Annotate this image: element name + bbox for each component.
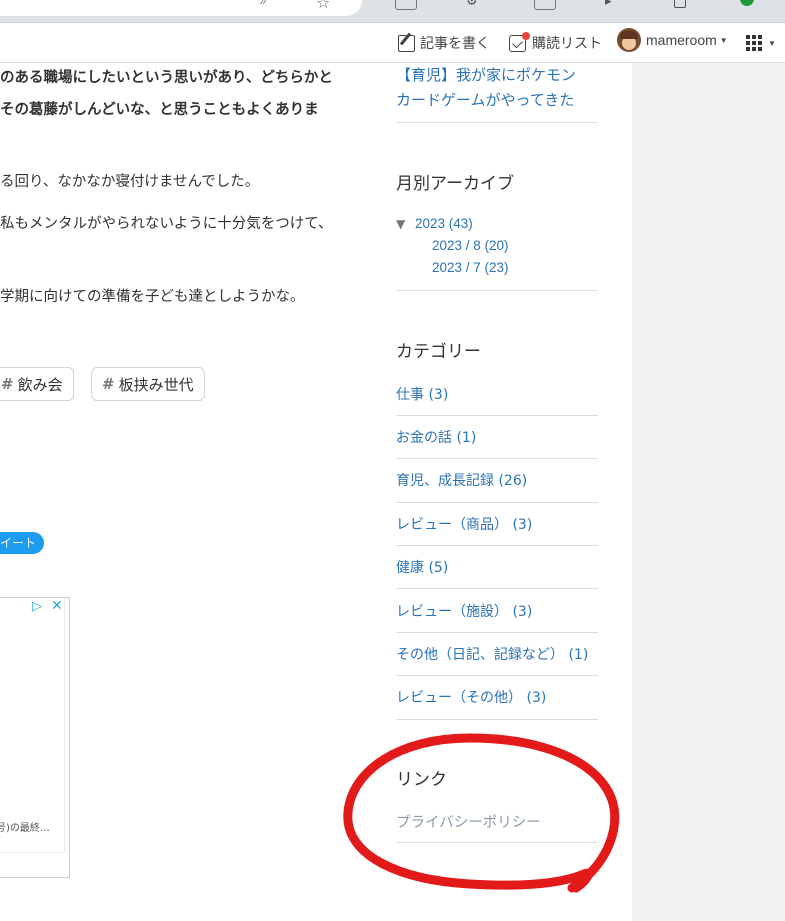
chevron-down-icon: ▼	[768, 38, 776, 48]
settings-icon[interactable]: ⚙	[466, 0, 478, 9]
tag-link[interactable]: # 板挟み世代	[91, 367, 205, 401]
more-icon[interactable]: ⁄⁄	[262, 0, 267, 7]
category-title: カテゴリー	[396, 342, 481, 362]
address-bar[interactable]	[0, 0, 362, 16]
divider	[396, 719, 598, 720]
category-link[interactable]: その他（日記、記録など） (1)	[396, 644, 588, 664]
category-link[interactable]: レビュー（商品） (3)	[396, 514, 532, 534]
article-text: 私もメンタルがやられないように十分気をつけて、	[0, 216, 333, 232]
category-link[interactable]: 仕事 (3)	[396, 384, 448, 404]
article-text: その葛藤がしんどいな、と思うこともよくありま	[0, 102, 319, 118]
tag-link[interactable]: # 飲み会	[0, 367, 74, 401]
close-icon[interactable]: ✕	[51, 598, 63, 614]
category-link[interactable]: レビュー（その他） (3)	[396, 687, 546, 707]
divider	[396, 122, 598, 123]
reading-list-button[interactable]: 購読リスト	[509, 31, 602, 53]
chevron-down-icon: ▼	[719, 35, 728, 45]
hash-icon: #	[102, 375, 115, 393]
divider	[396, 502, 598, 503]
write-article-button[interactable]: 記事を書く	[398, 33, 490, 53]
extension-icon[interactable]	[534, 0, 556, 10]
article-text: 学期に向けての準備を子ども達としようかな。	[0, 289, 305, 305]
extension-icon[interactable]	[395, 0, 417, 10]
ad-content[interactable]: ▷ ✕ 号)の最終…	[0, 598, 65, 853]
apps-menu[interactable]: ▼	[746, 33, 776, 53]
recent-entry-link[interactable]: 【育児】我が家にポケモン	[396, 64, 576, 85]
divider	[396, 675, 598, 676]
archive-month-link[interactable]: 2023 / 8 (20)	[432, 238, 509, 253]
tweet-button[interactable]: イート	[0, 532, 44, 554]
archive-month-link[interactable]: 2023 / 7 (23)	[432, 260, 509, 275]
category-link[interactable]: 育児、成長記録 (26)	[396, 470, 527, 490]
divider	[396, 842, 598, 843]
sidebar: 【育児】我が家にポケモン カードゲームがやってきた 月別アーカイブ ▼ 2023…	[388, 63, 632, 921]
divider	[396, 588, 598, 589]
links-title: リンク	[396, 770, 447, 790]
browser-chrome: ⁄⁄ ☆ ⚙ ▸	[0, 0, 785, 22]
shield-icon[interactable]	[740, 0, 754, 6]
triangle-down-icon[interactable]: ▼	[396, 217, 405, 231]
article-text: のある職場にしたいという思いがあり、どちらかと	[0, 70, 333, 86]
notification-dot	[522, 31, 530, 40]
category-link[interactable]: 健康 (5)	[396, 557, 448, 577]
bookmark-star-icon[interactable]: ☆	[316, 0, 330, 12]
divider	[396, 415, 598, 416]
tag-label: 板挟み世代	[118, 375, 194, 394]
reading-list-label: 購読リスト	[532, 35, 602, 51]
archive-year-link[interactable]: 2023 (43)	[415, 216, 473, 231]
category-link[interactable]: レビュー（施設） (3)	[396, 601, 532, 621]
write-article-label: 記事を書く	[420, 35, 490, 51]
user-menu[interactable]: mameroom ▼	[617, 28, 728, 52]
divider	[396, 458, 598, 459]
play-icon[interactable]: ▸	[605, 0, 612, 9]
tag-label: 飲み会	[17, 375, 63, 394]
category-link[interactable]: お金の話 (1)	[396, 427, 476, 447]
divider	[396, 290, 598, 291]
hash-icon: #	[1, 375, 14, 393]
reading-list-icon	[509, 31, 530, 52]
privacy-policy-link[interactable]: プライバシーポリシー	[396, 811, 541, 832]
avatar	[617, 28, 641, 52]
hatena-toolbar: 記事を書く 購読リスト mameroom ▼ ▼	[0, 22, 785, 63]
ad-frame[interactable]: ▷ ✕ 号)の最終…	[0, 597, 70, 878]
divider	[396, 545, 598, 546]
download-icon[interactable]	[674, 0, 686, 8]
archive-title: 月別アーカイブ	[396, 174, 514, 194]
article-body: のある職場にしたいという思いがあり、どちらかと その葛藤がしんどいな、と思うこと…	[0, 63, 388, 921]
divider	[396, 632, 598, 633]
username: mameroom	[646, 32, 717, 48]
ad-choices-icon[interactable]: ▷	[32, 599, 42, 614]
pen-icon	[398, 34, 415, 52]
recent-entry-link[interactable]: カードゲームがやってきた	[396, 89, 574, 110]
ad-text[interactable]: 号)の最終…	[0, 819, 50, 834]
article-text: る回り、なかなか寝付けませんでした。	[0, 174, 260, 190]
apps-grid-icon	[746, 35, 762, 51]
